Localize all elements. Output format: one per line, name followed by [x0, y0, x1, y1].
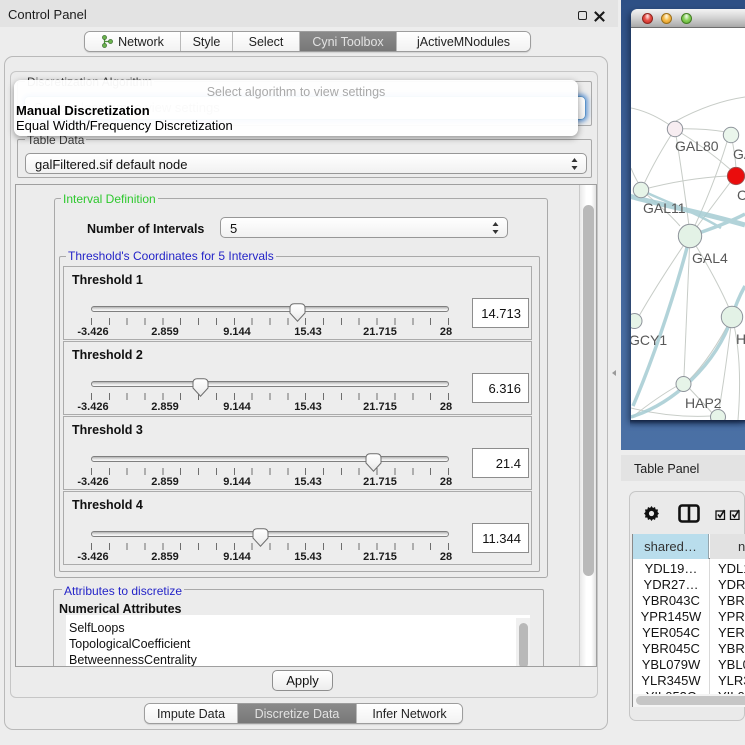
- svg-text:GAL80: GAL80: [675, 138, 719, 154]
- svg-text:GCY1: GCY1: [631, 332, 667, 348]
- svg-text:HAP2: HAP2: [685, 395, 722, 411]
- svg-text:GAL11: GAL11: [643, 200, 686, 216]
- svg-text:H: H: [736, 331, 745, 347]
- svg-text:C: C: [737, 187, 745, 203]
- svg-text:GAL4: GAL4: [692, 250, 728, 266]
- svg-text:GA: GA: [733, 146, 745, 162]
